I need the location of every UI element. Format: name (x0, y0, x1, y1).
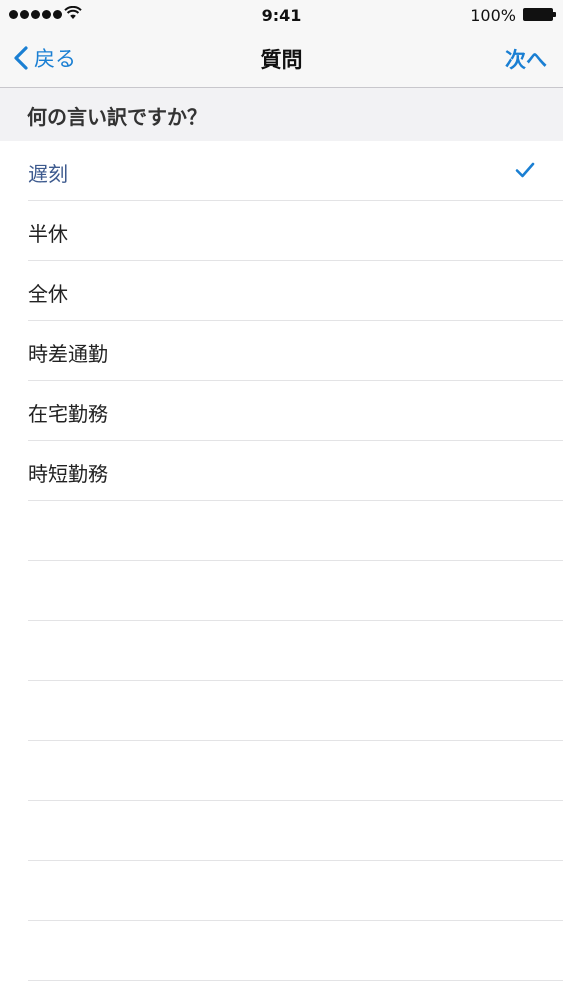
empty-row (28, 681, 563, 741)
section-header-title: 何の言い訳ですか？ (27, 105, 207, 129)
list-item-label: 時短勤務 (28, 462, 108, 486)
checkmark-icon (515, 162, 535, 178)
empty-row (28, 861, 563, 921)
list-item-option-3[interactable]: 全休 (28, 261, 563, 321)
battery-percentage: 100% (470, 6, 516, 25)
list-item-label: 全休 (28, 282, 68, 306)
list-item-option-2[interactable]: 半休 (28, 201, 563, 261)
section-header: 何の言い訳ですか？ (0, 88, 563, 141)
empty-row (28, 801, 563, 861)
list-item-label: 半休 (28, 222, 68, 246)
list-item-label: 遅刻 (28, 162, 68, 186)
list-item-option-1[interactable]: 遅刻 (28, 141, 563, 201)
empty-row (28, 621, 563, 681)
page-title: 質問 (260, 48, 303, 72)
empty-row (28, 921, 563, 981)
battery-icon (523, 8, 553, 21)
list-item-option-6[interactable]: 時短勤務 (28, 441, 563, 501)
list-item-option-4[interactable]: 時差通勤 (28, 321, 563, 381)
list-item-label: 在宅勤務 (28, 402, 108, 426)
empty-row (28, 741, 563, 801)
empty-row (28, 501, 563, 561)
empty-row (28, 561, 563, 621)
status-bar: 9:41 100% (0, 0, 563, 30)
option-list: 遅刻 半休 全休 時差通勤 在宅勤務 時短勤務 (0, 141, 563, 981)
list-item-label: 時差通勤 (28, 342, 108, 366)
next-button[interactable]: 次へ (505, 44, 547, 74)
battery-nub (553, 12, 556, 17)
navigation-bar: 戻る 質問 次へ (0, 30, 563, 88)
list-item-option-5[interactable]: 在宅勤務 (28, 381, 563, 441)
